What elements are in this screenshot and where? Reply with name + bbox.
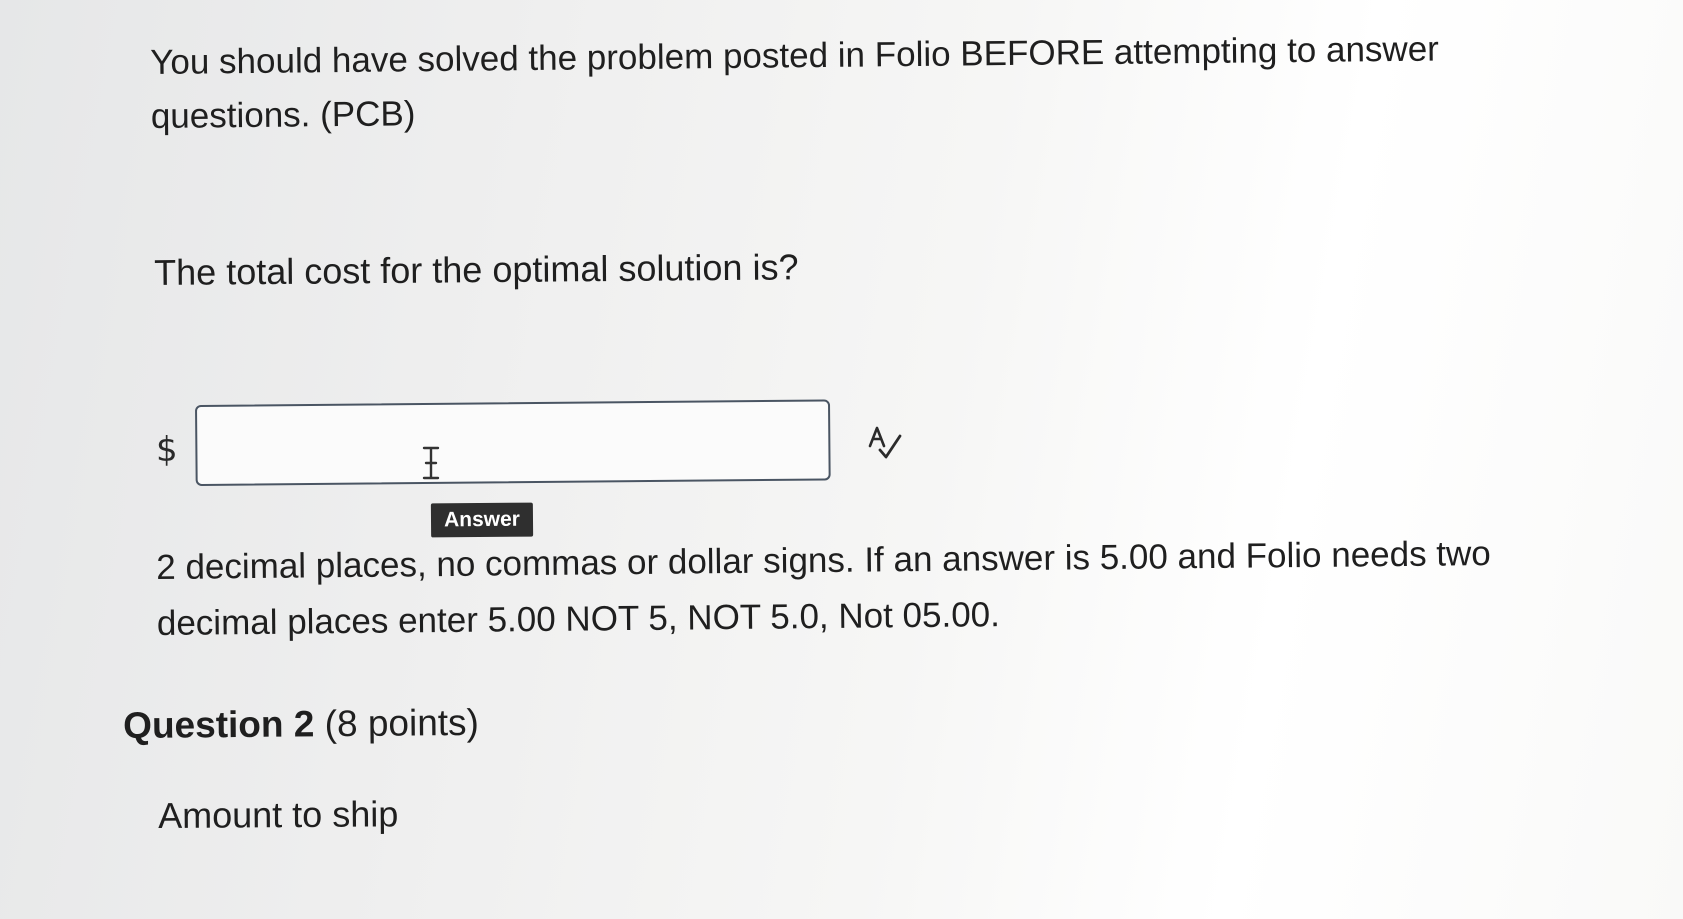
spellcheck-icon[interactable] <box>866 424 906 464</box>
answer-tooltip: Answer <box>430 502 534 538</box>
question-1-prompt: The total cost for the optimal solution … <box>154 246 799 293</box>
question-2-prompt: Amount to ship <box>158 793 399 836</box>
question-2-points: (8 points) <box>324 701 480 745</box>
answer-instructions: 2 decimal places, no commas or dollar si… <box>156 525 1577 652</box>
question-2-heading: Question 2 (8 points) <box>123 702 479 747</box>
text-cursor-icon <box>422 446 440 480</box>
question-2-title: Question 2 <box>123 703 315 746</box>
answer-input[interactable] <box>195 399 831 486</box>
question-1-intro: You should have solved the problem poste… <box>150 22 1531 144</box>
currency-symbol: $ <box>156 430 178 470</box>
